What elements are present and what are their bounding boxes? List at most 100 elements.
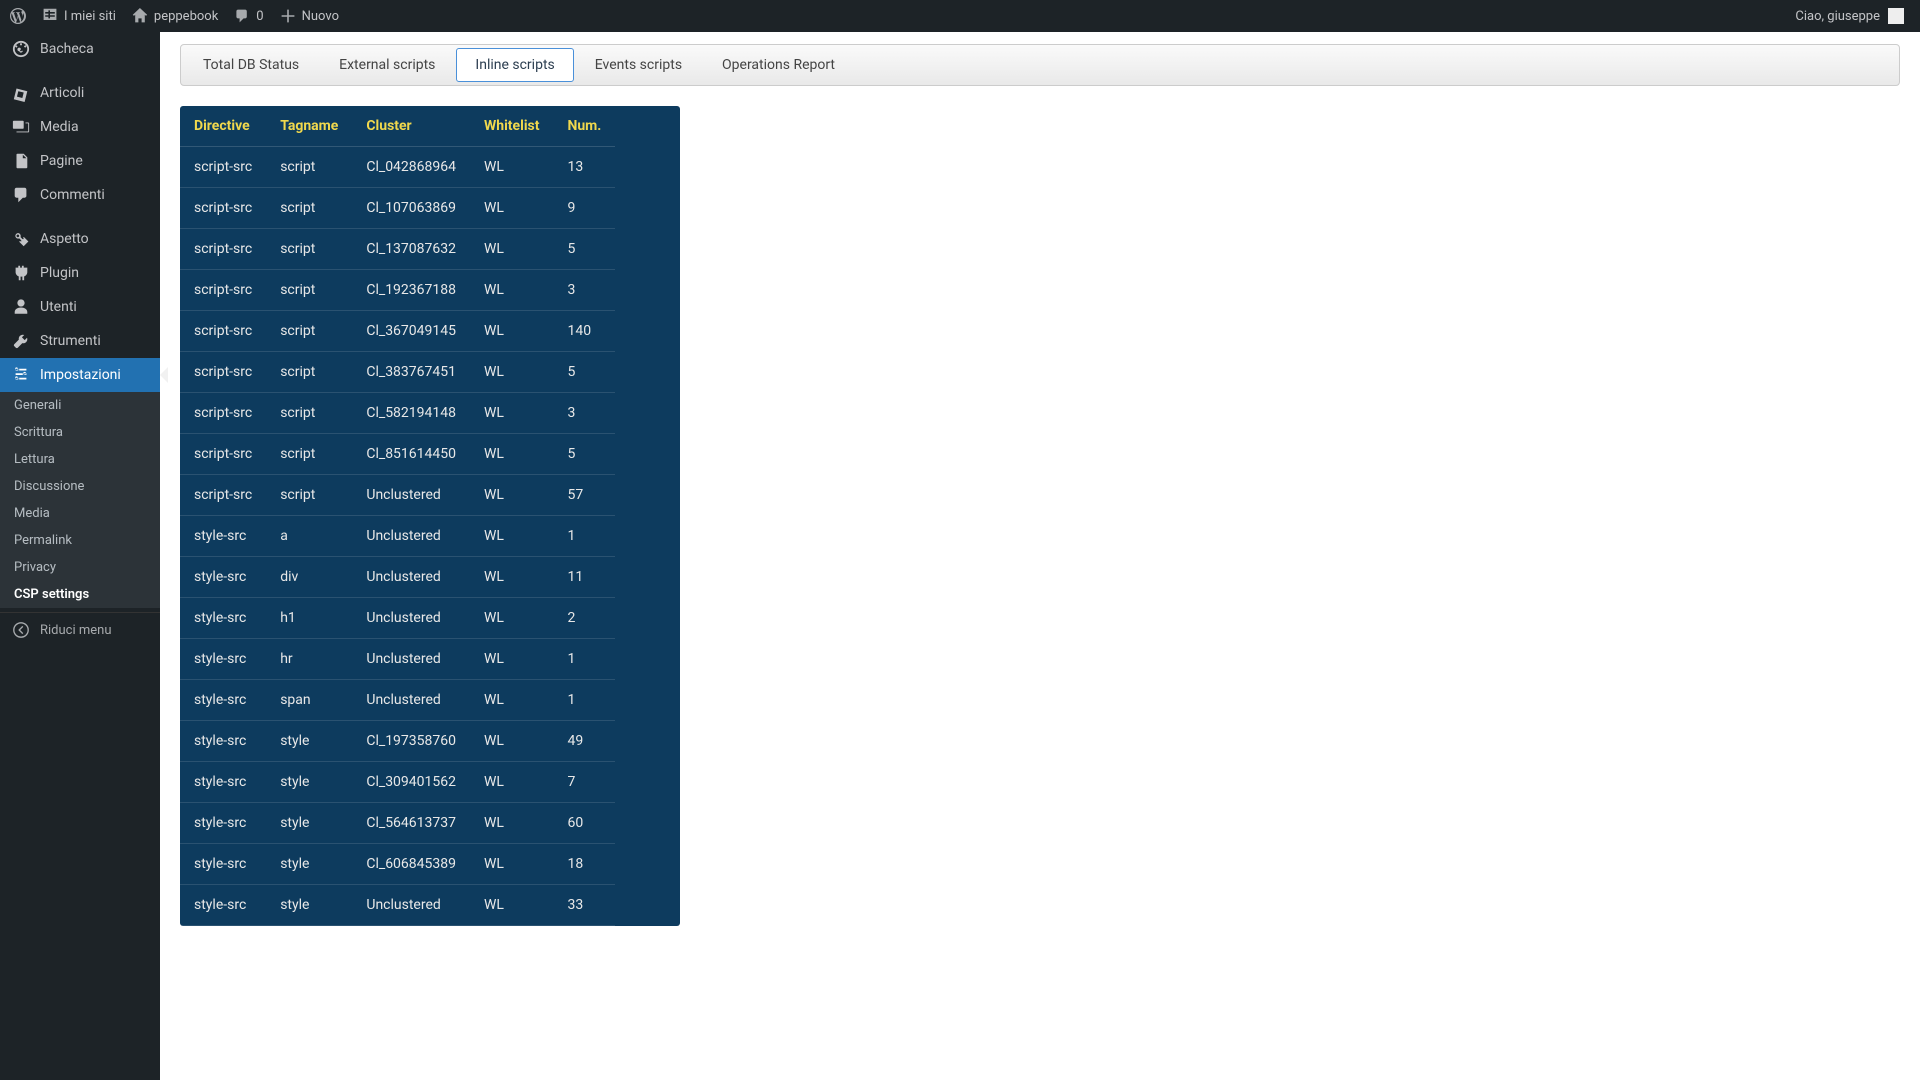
menu-users[interactable]: Utenti <box>0 290 160 324</box>
table-row[interactable]: style-srcspanUnclusteredWL1 <box>180 680 615 721</box>
tab-external-scripts[interactable]: External scripts <box>320 48 454 82</box>
table-cell: Unclustered <box>352 885 470 926</box>
table-cell: 1 <box>553 516 615 557</box>
table-row[interactable]: style-srcdivUnclusteredWL11 <box>180 557 615 598</box>
table-cell: WL <box>470 475 553 516</box>
wp-logo[interactable] <box>10 0 26 32</box>
table-cell: style-src <box>180 721 266 762</box>
comments-notif[interactable]: 0 <box>234 0 263 32</box>
menu-comments[interactable]: Commenti <box>0 178 160 212</box>
tab-operations-report[interactable]: Operations Report <box>703 48 854 82</box>
submenu-csp-settings[interactable]: CSP settings <box>0 581 160 608</box>
menu-tools[interactable]: Strumenti <box>0 324 160 358</box>
my-sites[interactable]: I miei siti <box>42 0 116 32</box>
table-cell: Cl_367049145 <box>352 311 470 352</box>
table-row[interactable]: script-srcscriptCl_192367188WL3 <box>180 270 615 311</box>
admin-post-icon <box>12 84 30 102</box>
col-cluster[interactable]: Cluster <box>352 106 470 147</box>
col-tagname[interactable]: Tagname <box>266 106 352 147</box>
table-row[interactable]: style-srcstyleCl_197358760WL49 <box>180 721 615 762</box>
table-cell: Unclustered <box>352 557 470 598</box>
menu-dashboard-label: Bacheca <box>40 41 94 57</box>
site-name[interactable]: peppebook <box>132 0 218 32</box>
submenu-permalinks[interactable]: Permalink <box>0 527 160 554</box>
comments-count: 0 <box>256 9 263 24</box>
table-row[interactable]: script-srcscriptCl_107063869WL9 <box>180 188 615 229</box>
submenu-reading[interactable]: Lettura <box>0 446 160 473</box>
table-row[interactable]: script-srcscriptUnclusteredWL57 <box>180 475 615 516</box>
submenu-writing[interactable]: Scrittura <box>0 419 160 446</box>
wordpress-icon <box>10 8 26 24</box>
menu-users-label: Utenti <box>40 299 77 315</box>
table-cell: Cl_606845389 <box>352 844 470 885</box>
submenu-privacy[interactable]: Privacy <box>0 554 160 581</box>
table-row[interactable]: style-srcstyleCl_606845389WL18 <box>180 844 615 885</box>
table-row[interactable]: style-srcstyleCl_309401562WL7 <box>180 762 615 803</box>
table-cell: WL <box>470 352 553 393</box>
table-row[interactable]: script-srcscriptCl_851614450WL5 <box>180 434 615 475</box>
new-content[interactable]: Nuovo <box>280 0 339 32</box>
menu-pages[interactable]: Pagine <box>0 144 160 178</box>
table-row[interactable]: style-srch1UnclusteredWL2 <box>180 598 615 639</box>
menu-dashboard[interactable]: Bacheca <box>0 32 160 66</box>
table-cell: 7 <box>553 762 615 803</box>
table-cell: style <box>266 803 352 844</box>
table-cell: Unclustered <box>352 680 470 721</box>
table-row[interactable]: style-srcstyleUnclusteredWL33 <box>180 885 615 926</box>
admin-settings-icon <box>12 366 30 384</box>
table-cell: Unclustered <box>352 475 470 516</box>
table-cell: WL <box>470 885 553 926</box>
table-cell: WL <box>470 803 553 844</box>
new-label: Nuovo <box>302 9 339 24</box>
table-header-row: Directive Tagname Cluster Whitelist Num. <box>180 106 615 147</box>
col-directive[interactable]: Directive <box>180 106 266 147</box>
greeting-label: Ciao, giuseppe <box>1795 9 1880 24</box>
table-cell: style-src <box>180 885 266 926</box>
admin-bar-right[interactable]: Ciao, giuseppe <box>1795 8 1910 24</box>
menu-plugins[interactable]: Plugin <box>0 256 160 290</box>
menu-appearance[interactable]: Aspetto <box>0 222 160 256</box>
table-cell: 33 <box>553 885 615 926</box>
table-row[interactable]: style-srcstyleCl_564613737WL60 <box>180 803 615 844</box>
table-cell: hr <box>266 639 352 680</box>
submenu-media[interactable]: Media <box>0 500 160 527</box>
tab-bar: Total DB Status External scripts Inline … <box>180 44 1900 86</box>
table-cell: script-src <box>180 147 266 188</box>
table-row[interactable]: script-srcscriptCl_042868964WL13 <box>180 147 615 188</box>
table-cell: Cl_137087632 <box>352 229 470 270</box>
table-row[interactable]: script-srcscriptCl_367049145WL140 <box>180 311 615 352</box>
table-row[interactable]: style-srchrUnclusteredWL1 <box>180 639 615 680</box>
admin-users-icon <box>12 298 30 316</box>
submenu-general[interactable]: Generali <box>0 392 160 419</box>
menu-posts-label: Articoli <box>40 85 84 101</box>
table-row[interactable]: script-srcscriptCl_137087632WL5 <box>180 229 615 270</box>
table-cell: script <box>266 434 352 475</box>
col-whitelist[interactable]: Whitelist <box>470 106 553 147</box>
main-wrap: Bacheca Articoli Media Pagine Commenti A… <box>0 32 1920 1080</box>
collapse-menu[interactable]: Riduci menu <box>0 612 160 647</box>
table-cell: script <box>266 188 352 229</box>
tab-events-scripts[interactable]: Events scripts <box>576 48 701 82</box>
admin-page-icon <box>12 152 30 170</box>
table-cell: a <box>266 516 352 557</box>
table-row[interactable]: style-srcaUnclusteredWL1 <box>180 516 615 557</box>
table-cell: script-src <box>180 393 266 434</box>
table-cell: WL <box>470 147 553 188</box>
menu-media[interactable]: Media <box>0 110 160 144</box>
table-cell: 18 <box>553 844 615 885</box>
table-cell: Unclustered <box>352 598 470 639</box>
table-cell: 1 <box>553 639 615 680</box>
menu-posts[interactable]: Articoli <box>0 76 160 110</box>
table-row[interactable]: script-srcscriptCl_383767451WL5 <box>180 352 615 393</box>
table-cell: style-src <box>180 762 266 803</box>
tab-inline-scripts[interactable]: Inline scripts <box>456 48 573 82</box>
table-row[interactable]: script-srcscriptCl_582194148WL3 <box>180 393 615 434</box>
table-cell: Cl_582194148 <box>352 393 470 434</box>
admin-comments-icon <box>12 186 30 204</box>
submenu-discussion[interactable]: Discussione <box>0 473 160 500</box>
col-num[interactable]: Num. <box>553 106 615 147</box>
tab-total-db-status[interactable]: Total DB Status <box>184 48 318 82</box>
menu-settings[interactable]: Impostazioni <box>0 358 160 392</box>
table-cell: 1 <box>553 680 615 721</box>
table-cell: WL <box>470 721 553 762</box>
